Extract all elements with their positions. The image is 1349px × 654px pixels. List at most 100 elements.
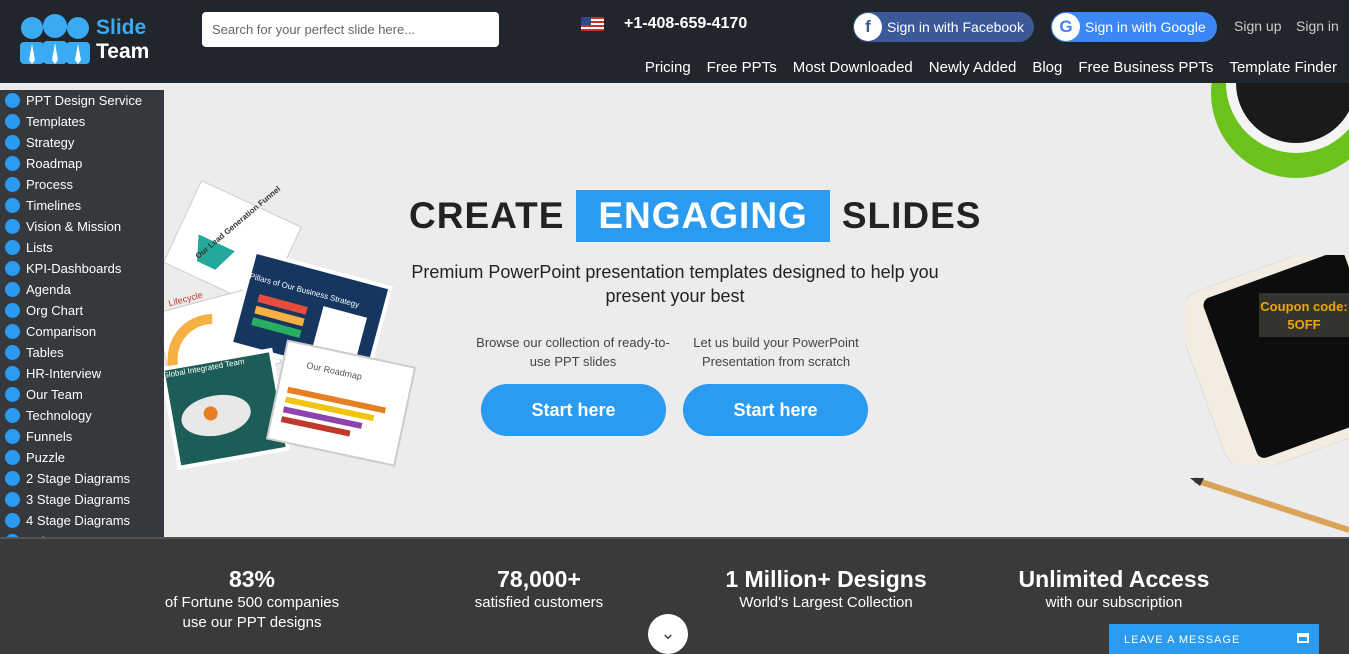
logo-people-icon (18, 14, 92, 66)
sidebar-item-process[interactable]: Process (0, 174, 164, 195)
process-icon (5, 177, 20, 192)
sidebar-item-vision-mission[interactable]: Vision & Mission (0, 216, 164, 237)
nav-template-finder[interactable]: Template Finder (1229, 59, 1337, 76)
slideteam-logo[interactable]: Slide Team (18, 14, 149, 66)
sidebar-item-label: Comparison (26, 324, 97, 339)
sidebar-item-technology[interactable]: Technology (0, 405, 164, 426)
sidebar-item-org-chart[interactable]: Org Chart (0, 300, 164, 321)
sidebar-item-label: KPI-Dashboards (26, 261, 122, 276)
team-icon (5, 387, 20, 402)
table-icon (5, 345, 20, 360)
nav-pricing[interactable]: Pricing (645, 59, 691, 76)
nav-blog[interactable]: Blog (1032, 59, 1062, 76)
sidebar-item-label: Org Chart (26, 303, 84, 318)
agenda-icon (5, 282, 20, 297)
gauge-icon (5, 261, 20, 276)
signin-link[interactable]: Sign in (1296, 18, 1339, 34)
roadmap-icon (5, 156, 20, 171)
google-signin-button[interactable]: G Sign in with Google (1051, 12, 1217, 42)
stat-value: Unlimited Access (1018, 566, 1210, 592)
build-start-button[interactable]: Start here (683, 384, 868, 436)
sidebar-item-label: Roadmap (26, 156, 83, 171)
stat-designs: 1 Million+ Designs World's Largest Colle… (706, 565, 946, 613)
sidebar-item-label: Technology (26, 408, 92, 423)
scroll-down-button[interactable]: ⌄ (648, 614, 688, 654)
nav-most-downloaded[interactable]: Most Downloaded (793, 59, 913, 76)
phone-number: +1-408-659-4170 (624, 15, 748, 32)
sidebar-item-2-stage-diagrams[interactable]: 2 Stage Diagrams (0, 468, 164, 489)
hero-subtitle: Premium PowerPoint presentation template… (411, 262, 939, 306)
sidebar-item-label: Tables (26, 345, 64, 360)
sidebar-item-funnels[interactable]: Funnels (0, 426, 164, 447)
org-chart-icon (5, 303, 20, 318)
sidebar-item-label: Our Team (26, 387, 83, 402)
stat-customers: 78,000+ satisfied customers (449, 565, 629, 613)
nav-free-business-ppts[interactable]: Free Business PPTs (1078, 59, 1213, 76)
sidebar-item-kpi-dashboards[interactable]: KPI-Dashboards (0, 258, 164, 279)
phone-contact[interactable]: +1-408-659-4170 (581, 15, 747, 33)
signup-link[interactable]: Sign up (1234, 18, 1281, 34)
sidebar-item-tables[interactable]: Tables (0, 342, 164, 363)
sidebar-item-label: PPT Design Service (26, 93, 143, 108)
coupon-code: 5OFF (1287, 317, 1321, 332)
leave-message-label: LEAVE A MESSAGE (1124, 634, 1241, 646)
sidebar-item-lists[interactable]: Lists (0, 237, 164, 258)
nav-newly-added[interactable]: Newly Added (929, 59, 1017, 76)
puzzle-icon (5, 450, 20, 465)
funnel-icon (5, 429, 20, 444)
stat-caption: World's Largest Collection (739, 594, 913, 611)
hero-title-create: CREATE (409, 195, 565, 236)
sidebar-item-strategy[interactable]: Strategy (0, 132, 164, 153)
stat-access: Unlimited Access with our subscription (1004, 565, 1224, 613)
sidebar-item-label: Process (26, 177, 73, 192)
sidebar-item-our-team[interactable]: Our Team (0, 384, 164, 405)
top-bar: Slide Team +1-408-659-4170 f Sign in wit… (0, 0, 1349, 83)
target-icon (5, 219, 20, 234)
globe-icon (5, 408, 20, 423)
list-icon (5, 240, 20, 255)
double-chevron-down-icon: ⌄ (660, 623, 676, 643)
sidebar-item-agenda[interactable]: Agenda (0, 279, 164, 300)
sidebar-item-label: Templates (26, 114, 86, 129)
leave-message-widget[interactable]: LEAVE A MESSAGE (1109, 624, 1319, 654)
sidebar-item-label: 2 Stage Diagrams (26, 471, 131, 486)
hero-title: CREATE ENGAGING SLIDES (409, 190, 981, 242)
sidebar-item-comparison[interactable]: Comparison (0, 321, 164, 342)
facebook-signin-label: Sign in with Facebook (887, 19, 1024, 35)
maximize-icon (1297, 633, 1309, 643)
sidebar-item-label: 4 Stage Diagrams (26, 513, 131, 528)
stat-value: 1 Million+ Designs (725, 566, 927, 592)
search-input[interactable] (202, 12, 499, 47)
sidebar-item-templates[interactable]: Templates (0, 111, 164, 132)
interview-icon (5, 366, 20, 381)
stat-value: 78,000+ (497, 566, 581, 592)
stat-caption: satisfied customers (474, 594, 604, 611)
facebook-signin-button[interactable]: f Sign in with Facebook (853, 12, 1034, 42)
sidebar-item-hr-interview[interactable]: HR-Interview (0, 363, 164, 384)
sidebar-item-label: Funnels (26, 429, 73, 444)
us-flag-icon (581, 17, 604, 31)
coffee-cup-image (1196, 83, 1349, 178)
timeline-icon (5, 198, 20, 213)
sidebar-item-timelines[interactable]: Timelines (0, 195, 164, 216)
browse-start-button[interactable]: Start here (481, 384, 666, 436)
sidebar-item-label: HR-Interview (26, 366, 102, 381)
stat-fortune: 83% of Fortune 500 companies use our PPT… (152, 565, 352, 633)
sidebar-item-ppt-design-service[interactable]: PPT Design Service (0, 90, 164, 111)
stat-caption: with our subscription (1045, 594, 1183, 611)
stage-4-icon (5, 513, 20, 528)
sidebar-item-3-stage-diagrams[interactable]: 3 Stage Diagrams (0, 489, 164, 510)
google-signin-label: Sign in with Google (1085, 19, 1206, 35)
sidebar-item-label: Puzzle (26, 450, 66, 465)
sidebar-item-label: 3 Stage Diagrams (26, 492, 131, 507)
sidebar-item-puzzle[interactable]: Puzzle (0, 447, 164, 468)
stage-3-icon (5, 492, 20, 507)
coupon-badge[interactable]: Coupon code: 5OFF (1259, 293, 1349, 337)
sidebar-item-roadmap[interactable]: Roadmap (0, 153, 164, 174)
sidebar-item-label: Timelines (26, 198, 82, 213)
google-icon: G (1052, 13, 1080, 41)
nav-free-ppts[interactable]: Free PPTs (707, 59, 777, 76)
sidebar-item-4-stage-diagrams[interactable]: 4 Stage Diagrams (0, 510, 164, 531)
sidebar-item-label: Lists (26, 240, 53, 255)
pencil-image (1190, 470, 1349, 540)
